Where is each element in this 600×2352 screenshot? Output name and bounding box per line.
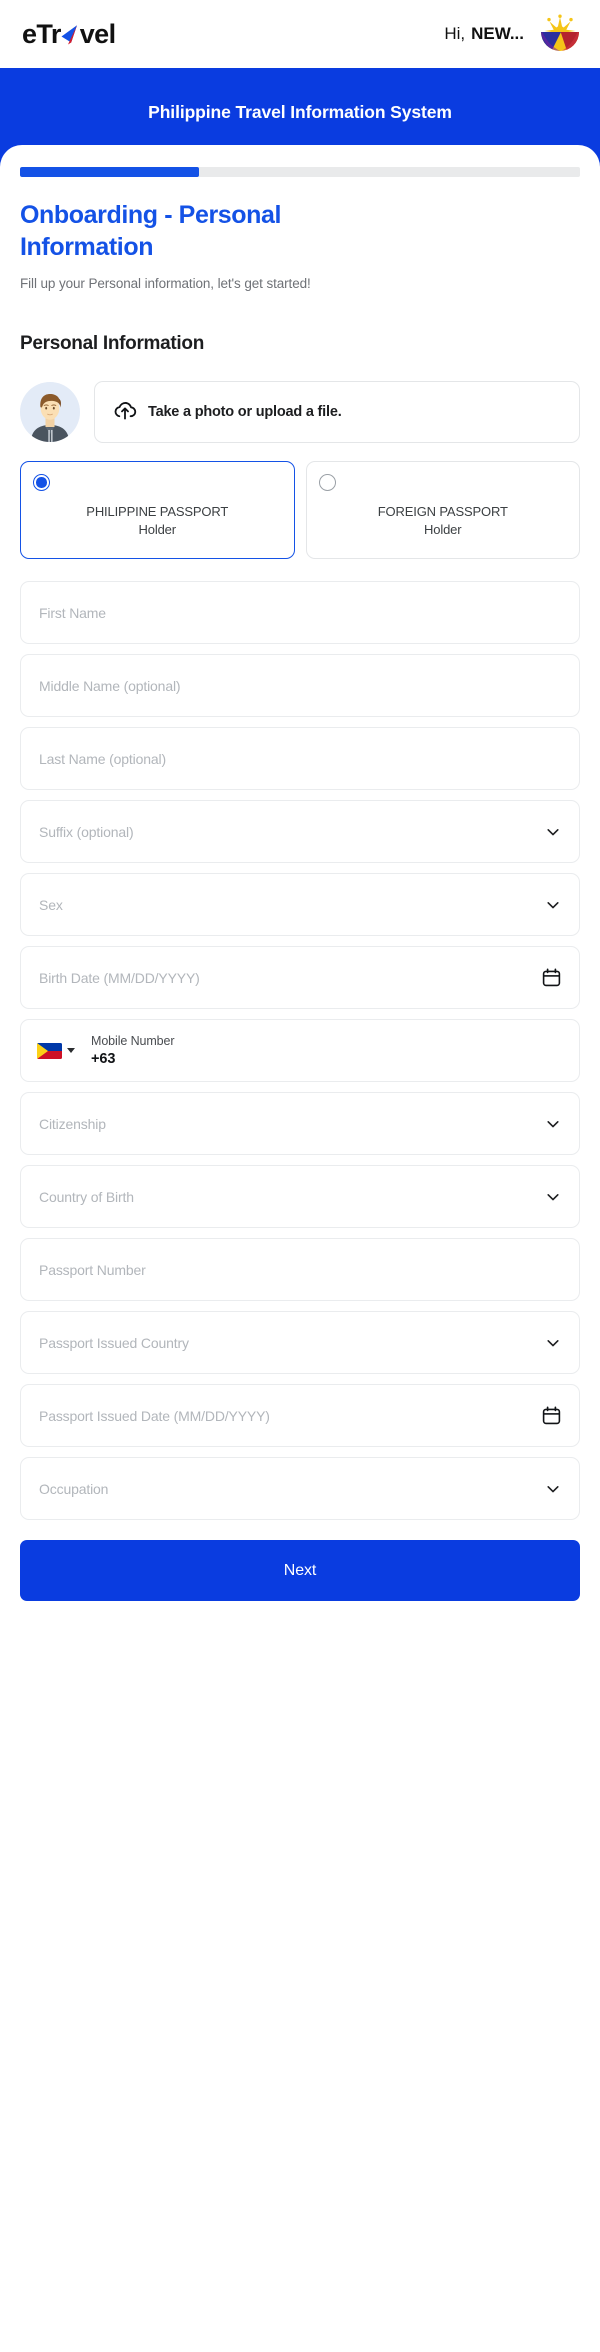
suffix-field[interactable]: Suffix (optional) — [20, 800, 580, 863]
citizenship-placeholder: Citizenship — [39, 1116, 545, 1132]
chevron-down-icon[interactable] — [545, 1189, 561, 1205]
passport-issued-country-field[interactable]: Passport Issued Country — [20, 1311, 580, 1374]
chevron-down-icon[interactable] — [545, 824, 561, 840]
passport-number-field[interactable]: Passport Number — [20, 1238, 580, 1301]
upload-photo-label: Take a photo or upload a file. — [148, 404, 342, 420]
greeting-prefix: Hi, — [444, 24, 465, 44]
logo-text-right: vel — [80, 21, 116, 48]
section-heading-personal-information: Personal Information — [20, 333, 580, 355]
paper-plane-icon — [61, 21, 80, 48]
calendar-icon[interactable] — [542, 968, 561, 987]
user-name: NEW... — [471, 24, 524, 44]
occupation-placeholder: Occupation — [39, 1481, 545, 1497]
greeting-text: Hi, NEW... — [444, 24, 524, 44]
cloud-upload-icon — [113, 399, 137, 426]
banner-title: Philippine Travel Information System — [20, 102, 580, 123]
first-name-placeholder: First Name — [39, 605, 561, 621]
user-avatar-illustration[interactable] — [20, 382, 80, 442]
mobile-number-texts: Mobile Number +63 — [91, 1034, 174, 1067]
logo-text-left: eTr — [22, 21, 61, 48]
upload-photo-button[interactable]: Take a photo or upload a file. — [94, 381, 580, 443]
birth-date-field[interactable]: Birth Date (MM/DD/YYYY) — [20, 946, 580, 1009]
chevron-down-icon[interactable] — [545, 1116, 561, 1132]
occupation-field[interactable]: Occupation — [20, 1457, 580, 1520]
content-sheet: Onboarding - Personal Information Fill u… — [0, 145, 600, 2245]
passport-option-philippine[interactable]: PHILIPPINE PASSPORTHolder — [20, 461, 295, 559]
country-of-birth-placeholder: Country of Birth — [39, 1189, 545, 1205]
birth-date-placeholder: Birth Date (MM/DD/YYYY) — [39, 970, 542, 986]
radio-button[interactable] — [319, 474, 336, 491]
mobile-number-value: +63 — [91, 1051, 174, 1067]
page-title: Onboarding - Personal Information — [20, 199, 340, 263]
personal-fields-top: First Name Middle Name (optional) Last Nam… — [20, 581, 580, 1009]
last-name-field[interactable]: Last Name (optional) — [20, 727, 580, 790]
first-name-field[interactable]: First Name — [20, 581, 580, 644]
last-name-placeholder: Last Name (optional) — [39, 751, 561, 767]
calendar-icon[interactable] — [542, 1406, 561, 1425]
sex-field[interactable]: Sex — [20, 873, 580, 936]
suffix-placeholder: Suffix (optional) — [39, 824, 545, 840]
philippines-flag-icon — [37, 1043, 62, 1059]
country-code-selector[interactable] — [37, 1043, 75, 1059]
mobile-number-label: Mobile Number — [91, 1034, 174, 1048]
passport-number-placeholder: Passport Number — [39, 1262, 561, 1278]
radio-button[interactable] — [33, 474, 50, 491]
sex-placeholder: Sex — [39, 897, 545, 913]
onboarding-progress-bar — [20, 167, 580, 177]
etravel-logo[interactable]: eTr vel — [22, 21, 115, 48]
top-bar: eTr vel Hi, NEW... — [0, 0, 600, 68]
passport-issued-country-placeholder: Passport Issued Country — [39, 1335, 545, 1351]
middle-name-placeholder: Middle Name (optional) — [39, 678, 561, 694]
passport-option-foreign[interactable]: FOREIGN PASSPORTHolder — [306, 461, 581, 559]
passport-issued-date-placeholder: Passport Issued Date (MM/DD/YYYY) — [39, 1408, 542, 1424]
next-button[interactable]: Next — [20, 1540, 580, 1601]
chevron-down-icon[interactable] — [545, 897, 561, 913]
passport-option-label: FOREIGN PASSPORTHolder — [319, 503, 568, 540]
middle-name-field[interactable]: Middle Name (optional) — [20, 654, 580, 717]
passport-issued-date-field[interactable]: Passport Issued Date (MM/DD/YYYY) — [20, 1384, 580, 1447]
chevron-down-icon — [67, 1048, 75, 1053]
personal-fields-bottom: Citizenship Country of Birth Passport Numb… — [20, 1092, 580, 1520]
chevron-down-icon[interactable] — [545, 1335, 561, 1351]
progress-fill — [20, 167, 199, 177]
page-subtitle: Fill up your Personal information, let's… — [20, 276, 580, 291]
mobile-number-field[interactable]: Mobile Number +63 — [20, 1019, 580, 1082]
photo-upload-row: Take a photo or upload a file. — [20, 381, 580, 443]
citizenship-field[interactable]: Citizenship — [20, 1092, 580, 1155]
passport-type-selector: PHILIPPINE PASSPORTHolder FOREIGN PASSPOR… — [20, 461, 580, 559]
user-greeting-area[interactable]: Hi, NEW... — [444, 12, 582, 56]
country-of-birth-field[interactable]: Country of Birth — [20, 1165, 580, 1228]
chevron-down-icon[interactable] — [545, 1481, 561, 1497]
passport-option-label: PHILIPPINE PASSPORTHolder — [33, 503, 282, 540]
philippine-seal-icon[interactable] — [538, 12, 582, 56]
